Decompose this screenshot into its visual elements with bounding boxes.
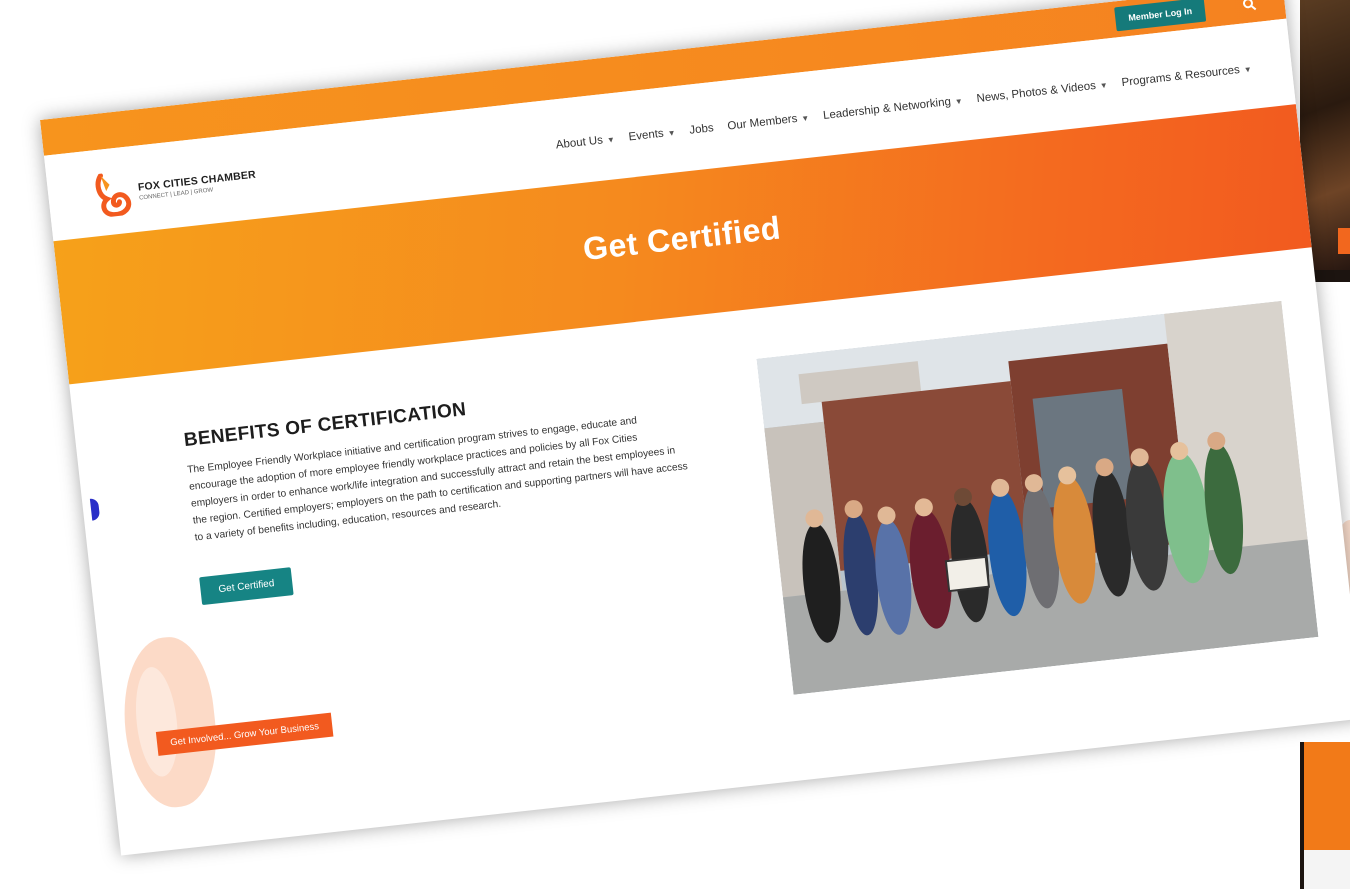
- nav-item-jobs[interactable]: Jobs: [689, 122, 714, 137]
- nav-label: Jobs: [688, 122, 715, 137]
- nav-label: Programs & Resources: [1120, 64, 1241, 90]
- nav-label: About Us: [555, 134, 604, 152]
- nav-label: News, Photos & Videos: [975, 79, 1097, 106]
- search-icon-glyph: [1242, 0, 1257, 11]
- nav-item-news-photos-videos[interactable]: News, Photos & Videos ▼: [976, 79, 1108, 105]
- background-orange-band: [1304, 742, 1350, 850]
- chevron-down-icon: ▼: [606, 134, 616, 145]
- team-photo: [756, 300, 1319, 695]
- nav-label: Leadership & Networking: [822, 95, 952, 123]
- background-orange-button: [1338, 228, 1350, 254]
- chevron-down-icon: ▼: [954, 96, 964, 106]
- nav-label: Our Members: [726, 112, 799, 133]
- search-icon[interactable]: [1239, 0, 1261, 16]
- nav-item-leadership-networking[interactable]: Leadership & Networking ▼: [822, 95, 963, 122]
- nav-label: Events: [628, 127, 665, 144]
- get-certified-button[interactable]: Get Certified: [199, 567, 294, 606]
- nav-item-programs-resources[interactable]: Programs & Resources ▼: [1121, 63, 1252, 89]
- chevron-down-icon: ▼: [800, 113, 810, 123]
- logo-text: FOX CITIES CHAMBER CONNECT | LEAD | GROW: [137, 169, 257, 202]
- nav-item-events[interactable]: Events ▼: [628, 126, 677, 144]
- screenshot-stage: Member Log In FOX CITIES CHAMBER CONNECT…: [0, 0, 1350, 889]
- nav-item-about-us[interactable]: About Us ▼: [555, 133, 615, 151]
- site-logo[interactable]: FOX CITIES CHAMBER CONNECT | LEAD | GROW: [92, 157, 258, 219]
- team-photo-image: [756, 300, 1319, 695]
- fox-logo-icon: [95, 173, 132, 218]
- chevron-down-icon: ▼: [1099, 80, 1109, 90]
- accessibility-tab[interactable]: [89, 497, 101, 521]
- chevron-down-icon: ▼: [1243, 64, 1253, 75]
- webpage: Member Log In FOX CITIES CHAMBER CONNECT…: [40, 0, 1350, 856]
- background-footer: [1304, 850, 1350, 889]
- member-login-button[interactable]: Member Log In: [1114, 0, 1207, 32]
- chevron-down-icon: ▼: [667, 127, 677, 138]
- nav-item-our-members[interactable]: Our Members ▼: [727, 112, 810, 133]
